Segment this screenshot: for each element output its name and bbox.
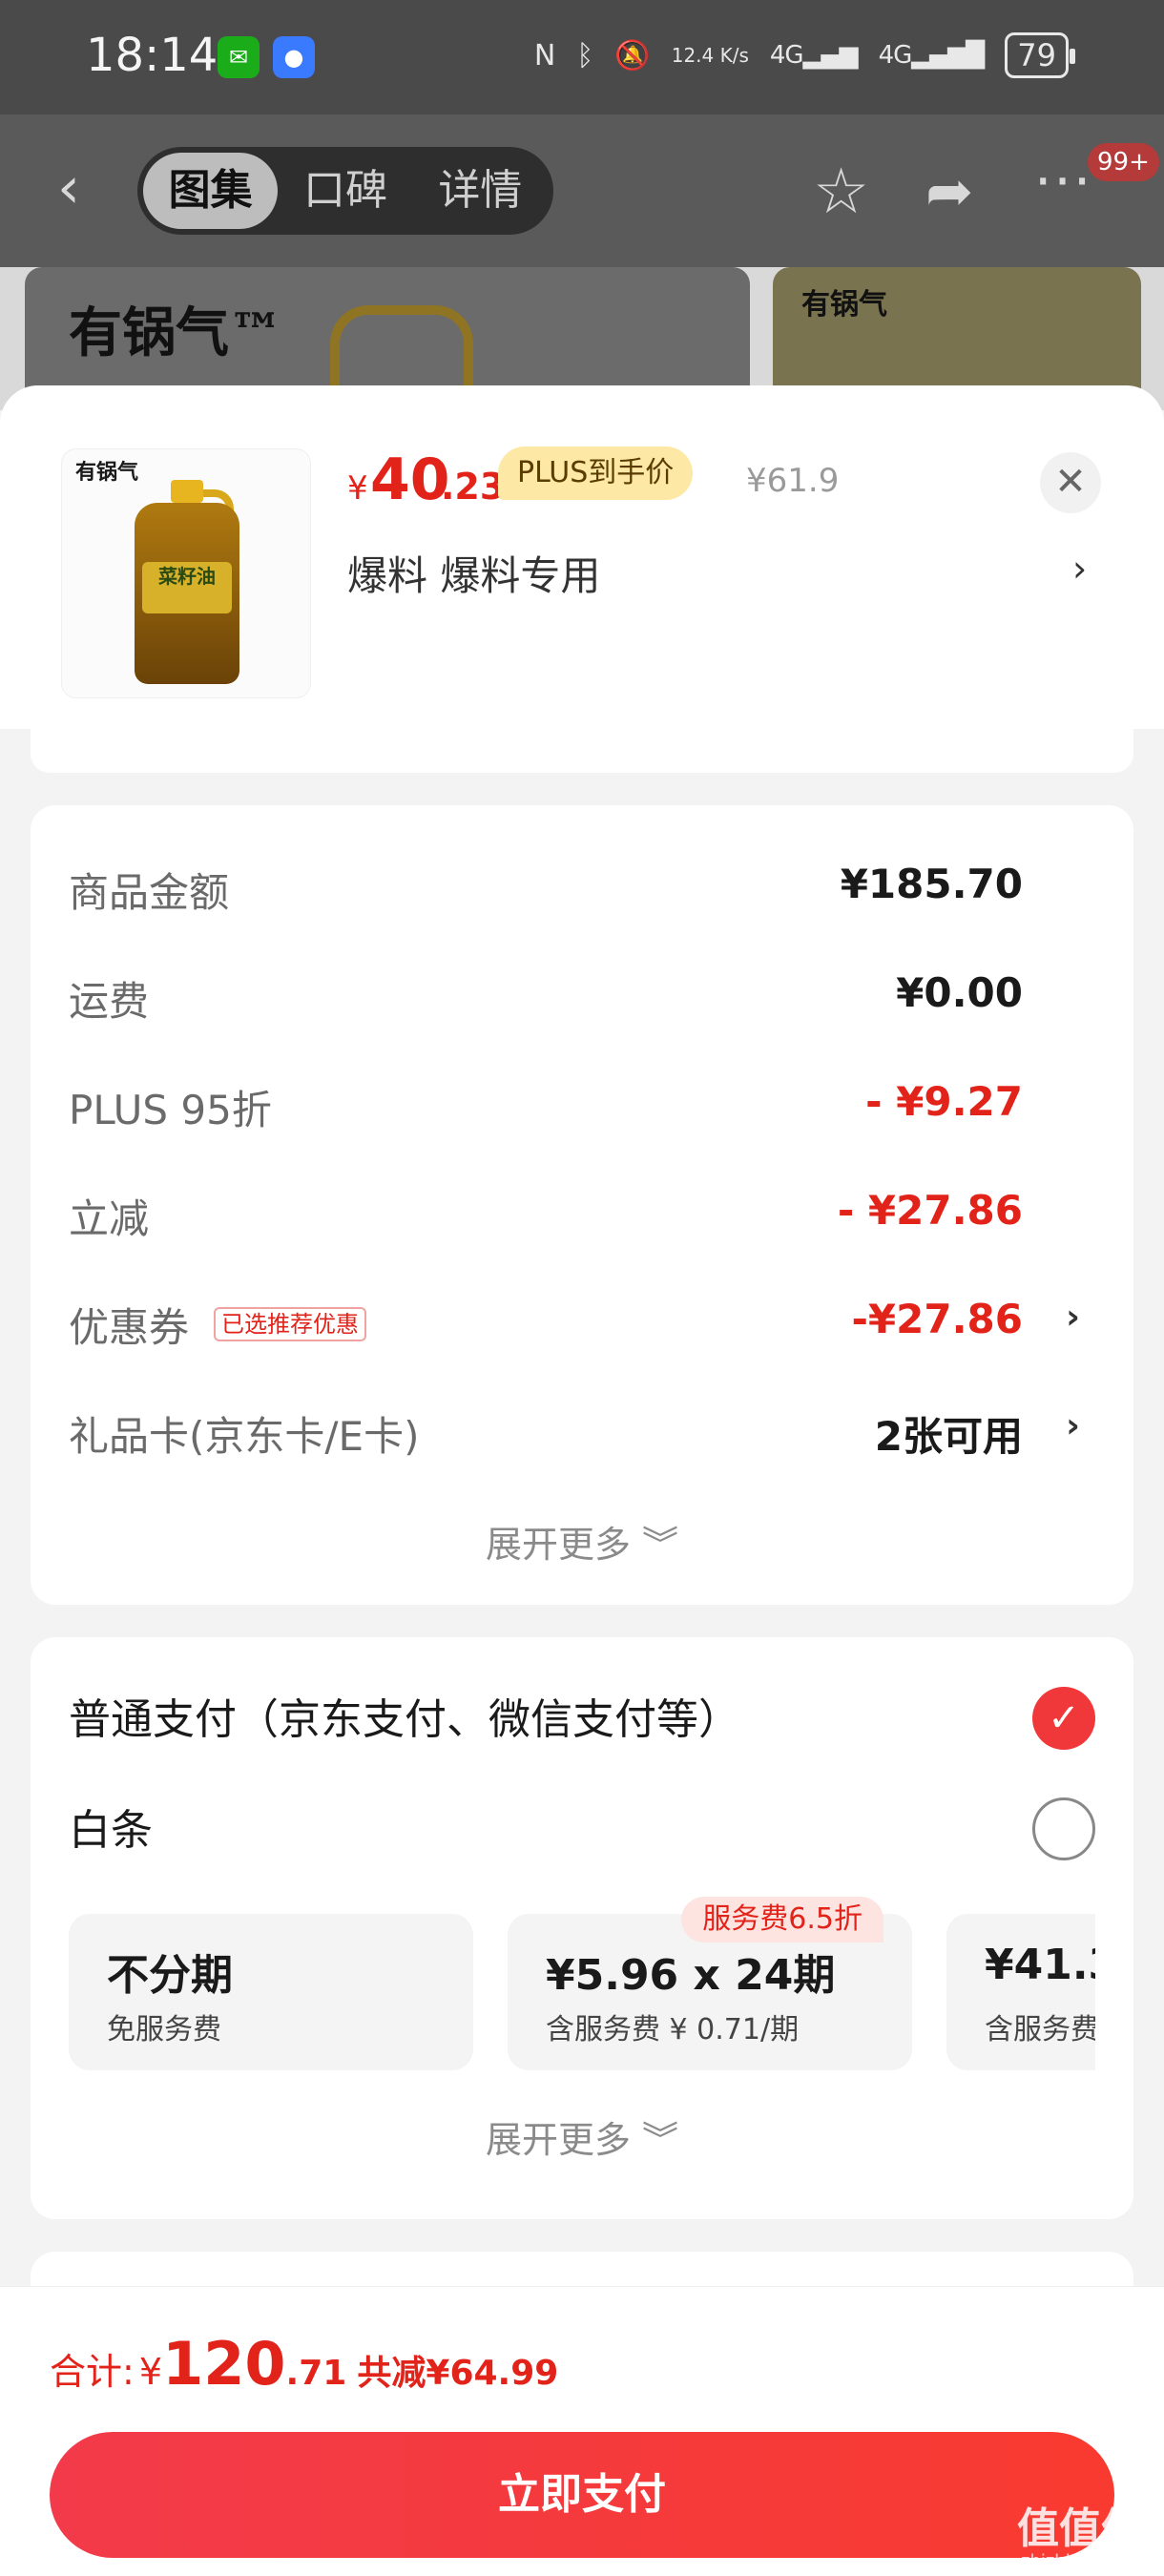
product-nav-bar: ‹ 图集 口碑 详情 ☆ ➦ ··· 99+ bbox=[0, 114, 1164, 267]
subtotal-label: 商品金额 bbox=[69, 869, 230, 916]
total-label: 合计: bbox=[50, 2351, 135, 2393]
banner-brand-logo-side: 有锅气 bbox=[801, 288, 887, 322]
spec-chevron-right-icon[interactable]: › bbox=[1072, 548, 1087, 590]
normal-payment-label[interactable]: 普通支付（京东支付、微信支付等） bbox=[69, 1685, 740, 1746]
service-fee-discount-badge: 服务费6.5折 bbox=[681, 1897, 883, 1942]
coupon-value: -¥27.86 bbox=[851, 1296, 1023, 1342]
bottle-label: 菜籽油 bbox=[142, 562, 232, 613]
checkout-footer: 合计: ¥120.71 共减¥64.99 立即支付 bbox=[0, 2286, 1164, 2576]
price-currency: ¥ bbox=[347, 469, 368, 508]
cost-row-shipping: 运费 ¥0.00 bbox=[69, 969, 1080, 1027]
gift-card-value: 2张可用 bbox=[874, 1413, 1023, 1460]
status-bar: 18:14 ✉ ● N ᛒ 🔕 12.4 K/s 4G▂▄▆ 4G▂▄▆█ 79 bbox=[0, 0, 1164, 114]
expand-more-payment[interactable]: 展开更多 ︾ bbox=[31, 2110, 1133, 2163]
background-page: 18:14 ✉ ● N ᛒ 🔕 12.4 K/s 4G▂▄▆ 4G▂▄▆█ 79… bbox=[0, 0, 1164, 410]
plus-discount-value: - ¥9.27 bbox=[865, 1078, 1023, 1125]
normal-payment-check-icon[interactable]: ✓ bbox=[1032, 1687, 1095, 1750]
tab-details[interactable]: 详情 bbox=[413, 153, 548, 229]
cost-row-coupon[interactable]: 优惠券 已选推荐优惠 -¥27.86 › bbox=[69, 1296, 1080, 1353]
cost-row-instant-discount: 立减 - ¥27.86 bbox=[69, 1187, 1080, 1244]
cost-breakdown-card: 商品金额 ¥185.70 运费 ¥0.00 PLUS 95折 - ¥9.27 立… bbox=[31, 805, 1133, 1605]
plan-subtitle: 免服务费 bbox=[107, 2013, 221, 2046]
banner-brand-logo: 有锅气™ bbox=[69, 301, 282, 364]
total-currency: ¥ bbox=[138, 2351, 163, 2393]
price-decimal: .23 bbox=[441, 466, 506, 508]
plan-title: ¥5.96 x 24期 bbox=[546, 1951, 836, 2000]
checkout-sheet: 有锅气 菜籽油 ¥ 40 .23 PLUS到手价 ¥61.9 ✕ 爆料 爆料专用… bbox=[0, 385, 1164, 2576]
nav-tabs: 图集 口碑 详情 bbox=[137, 147, 553, 235]
card-bottom-edge bbox=[31, 729, 1133, 773]
favorite-star-icon[interactable]: ☆ bbox=[813, 155, 869, 228]
coupon-recommended-tag: 已选推荐优惠 bbox=[214, 1307, 366, 1341]
pay-now-button[interactable]: 立即支付 bbox=[50, 2432, 1114, 2558]
plan-title: ¥41.3 bbox=[985, 1941, 1095, 1989]
status-time: 18:14 bbox=[86, 29, 218, 82]
more-icon[interactable]: ··· bbox=[1034, 149, 1092, 214]
total-decimal: .71 bbox=[285, 2354, 347, 2393]
product-spec[interactable]: 爆料 爆料专用 bbox=[347, 544, 600, 602]
total-saved: 共减¥64.99 bbox=[357, 2354, 559, 2393]
tab-reviews[interactable]: 口碑 bbox=[278, 153, 412, 229]
battery-icon: 79 bbox=[1005, 32, 1075, 78]
tab-gallery[interactable]: 图集 bbox=[143, 153, 279, 229]
coupon-chevron-right-icon[interactable]: › bbox=[1066, 1298, 1080, 1337]
cost-row-gift-card[interactable]: 礼品卡(京东卡/E卡) 2张可用 › bbox=[69, 1404, 1080, 1462]
coupon-label: 优惠券 bbox=[69, 1304, 190, 1351]
total-amount: 合计: ¥120.71 共减¥64.99 bbox=[50, 2329, 558, 2399]
product-thumbnail: 有锅气 菜籽油 bbox=[61, 448, 311, 698]
expand-more-cost[interactable]: 展开更多 ︾ bbox=[31, 1515, 1133, 1568]
plan-partial[interactable]: ¥41.3 含服务费 bbox=[946, 1914, 1095, 2070]
subtotal-value: ¥185.70 bbox=[840, 861, 1023, 907]
back-icon[interactable]: ‹ bbox=[57, 155, 80, 221]
cost-row-plus-discount: PLUS 95折 - ¥9.27 bbox=[69, 1078, 1080, 1135]
nfc-icon: N bbox=[533, 38, 556, 73]
mute-icon: 🔕 bbox=[614, 38, 651, 73]
price-integer: 40 bbox=[370, 447, 450, 513]
status-indicators: N ᛒ 🔕 12.4 K/s 4G▂▄▆ 4G▂▄▆█ 79 bbox=[533, 32, 1075, 78]
oil-bottle-image: 菜籽油 bbox=[135, 480, 239, 684]
total-integer: 120 bbox=[162, 2329, 286, 2399]
gift-card-chevron-right-icon[interactable]: › bbox=[1066, 1406, 1080, 1445]
bluetooth-icon: ᛒ bbox=[576, 38, 594, 73]
wechat-notification-icon: ✉ bbox=[218, 36, 260, 78]
plan-subtitle: 含服务费 ¥ 0.71/期 bbox=[546, 2013, 800, 2046]
shipping-value: ¥0.00 bbox=[896, 969, 1023, 1016]
network-speed: 12.4 K/s bbox=[671, 44, 749, 67]
plan-subtitle: 含服务费 bbox=[985, 2013, 1095, 2046]
share-icon[interactable]: ➦ bbox=[925, 158, 973, 225]
message-notification-icon: ● bbox=[273, 36, 315, 78]
thumbnail-brand-logo: 有锅气 bbox=[75, 460, 139, 485]
cost-row-subtotal: 商品金额 ¥185.70 bbox=[69, 861, 1080, 918]
product-header: 有锅气 菜籽油 ¥ 40 .23 PLUS到手价 ¥61.9 ✕ 爆料 爆料专用… bbox=[0, 385, 1164, 729]
shipping-label: 运费 bbox=[69, 978, 150, 1025]
plan-no-installment[interactable]: 不分期 免服务费 bbox=[69, 1914, 473, 2070]
signal-icon-2: 4G▂▄▆█ bbox=[878, 41, 986, 70]
plus-discount-label: PLUS 95折 bbox=[69, 1087, 272, 1133]
payment-method-card: 普通支付（京东支付、微信支付等） ✓ 白条 不分期 免服务费 ¥5.96 x 2… bbox=[31, 1637, 1133, 2219]
signal-icon-1: 4G▂▄▆ bbox=[769, 41, 859, 70]
gift-card-label: 礼品卡(京东卡/E卡) bbox=[69, 1413, 420, 1460]
watermark-logo: 值值值 bbox=[1017, 2504, 1143, 2553]
baitiao-radio[interactable] bbox=[1032, 1797, 1095, 1860]
baitiao-label[interactable]: 白条 bbox=[69, 1796, 153, 1857]
plan-title: 不分期 bbox=[107, 1951, 233, 2000]
installment-plans: 不分期 免服务费 ¥5.96 x 24期 含服务费 ¥ 0.71/期 ¥41.3… bbox=[69, 1914, 1095, 2076]
close-icon[interactable]: ✕ bbox=[1040, 452, 1101, 513]
instant-discount-label: 立减 bbox=[69, 1195, 150, 1242]
original-price: ¥61.9 bbox=[746, 462, 840, 500]
message-badge: 99+ bbox=[1088, 143, 1159, 181]
plus-price-tag: PLUS到手价 bbox=[498, 447, 694, 500]
instant-discount-value: - ¥27.86 bbox=[837, 1187, 1023, 1234]
watermark-url: zhizhizhi.com bbox=[1021, 2551, 1137, 2571]
